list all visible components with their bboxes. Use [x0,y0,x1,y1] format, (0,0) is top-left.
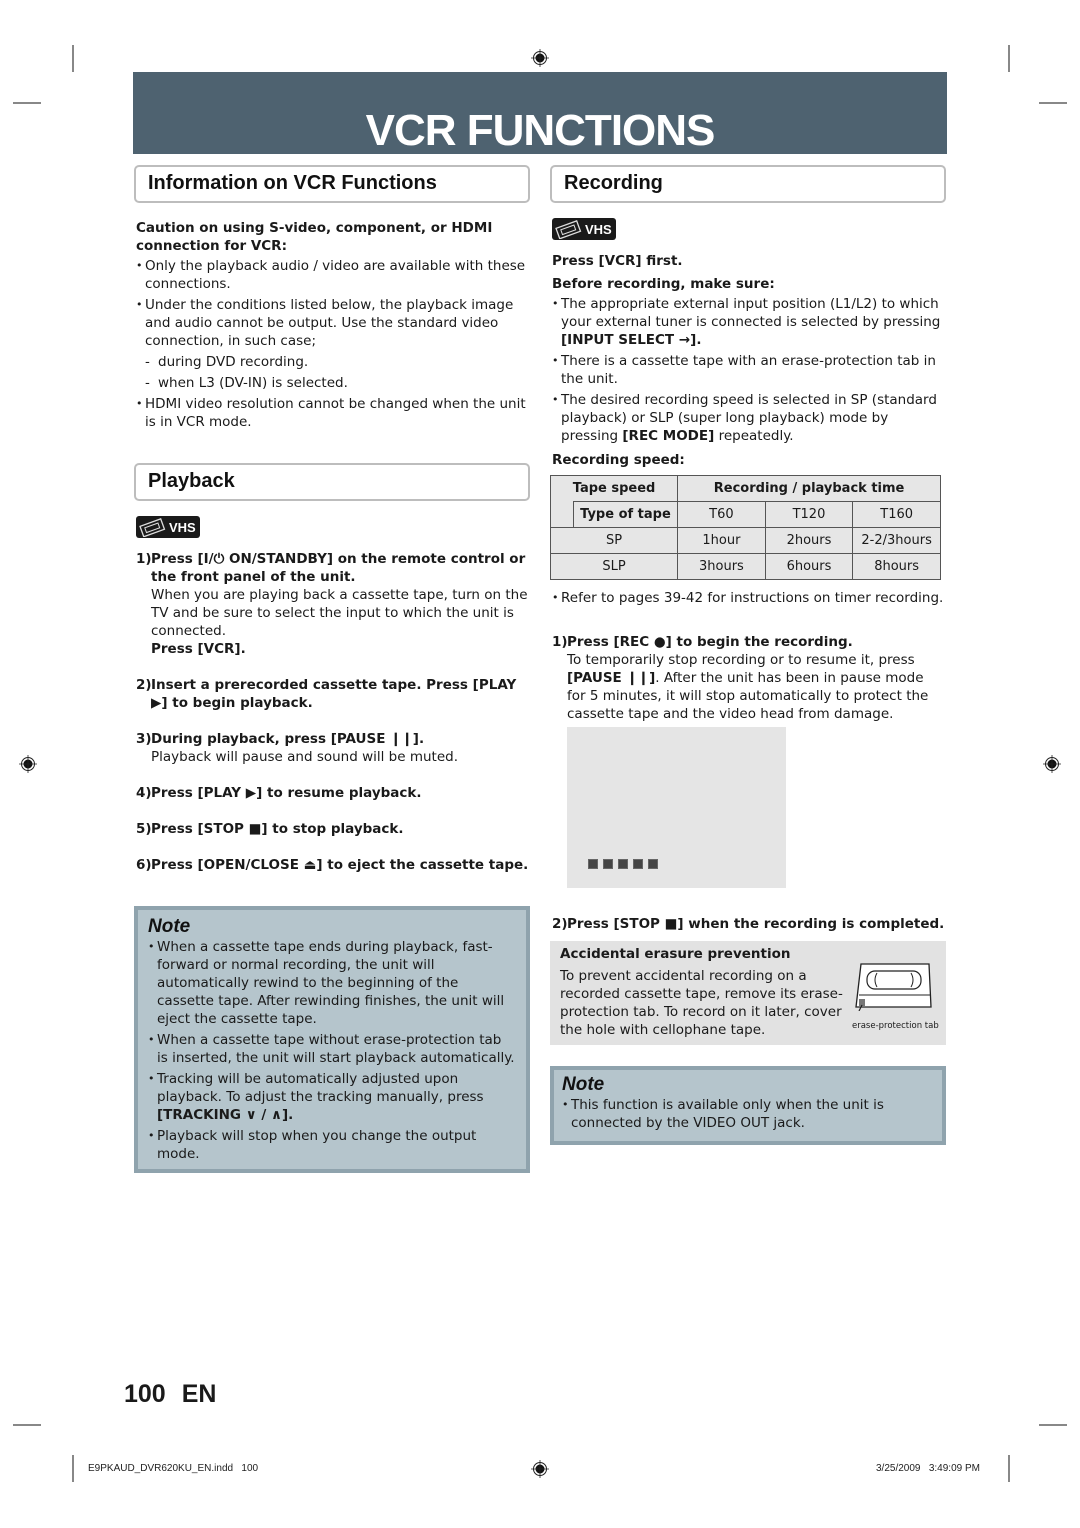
vhs-badge: VHS [136,516,200,541]
crop-mark [13,102,41,104]
section-title: Information on VCR Functions [148,172,437,194]
table-header-row: Tape speed Recording / playback time [549,475,941,502]
recording-step-2: 2) Press [STOP ■] when the recording is … [552,916,945,932]
page-number: 100 EN [124,1380,217,1408]
section-title: Playback [148,470,235,492]
recording-speed-table: Tape speed Recording / playback time Typ… [549,475,941,580]
speed-heading: Recording speed: [552,452,685,468]
note-item: Tracking will be automatically adjusted … [148,1070,516,1124]
section-header-recording: Recording [550,165,946,203]
crop-mark [72,1455,74,1482]
note-item: This function is available only when the… [562,1096,934,1132]
registration-mark-icon [531,1460,549,1478]
refer-note: Refer to pages 39-42 for instructions on… [552,589,946,610]
page-banner: VCR FUNCTIONS [133,72,947,155]
list-item: Under the conditions listed below, the p… [136,296,530,350]
table-row: SLP 3hours 6hours 8hours [549,553,941,580]
section-header-info: Information on VCR Functions [134,165,530,203]
note-item: Playback will stop when you change the o… [148,1127,516,1163]
tv-screen-illustration [567,727,786,888]
list-item: The desired recording speed is selected … [552,391,946,445]
note-item: When a cassette tape without erase-prote… [148,1031,516,1067]
recording-step-1: 1) Press [REC ●] to begin the recording.… [552,634,929,722]
list-item: Only the playback audio / video are avai… [136,257,530,293]
cassette-tab-icon [855,963,932,1011]
before-heading: Before recording, make sure: [552,276,775,292]
vhs-badge: VHS [552,218,616,243]
list-item: when L3 (DV-IN) is selected. [136,374,530,392]
registration-mark-icon [1043,755,1061,773]
step-1: 1) Press [I/⏻ ON/STANDBY] on the remote … [136,551,528,657]
erasure-tab-label: erase-protection tab [852,1021,939,1031]
timestamp: 3/25/2009 3:49:09 PM [876,1463,980,1474]
step-6: 6) Press [OPEN/CLOSE ⏏] to eject the cas… [136,857,529,873]
table-row: SP 1hour 2hours 2-2/3hours [549,527,941,554]
step-3: 3) During playback, press [PAUSE ❙❙]. Pl… [136,731,459,765]
crop-mark [1008,45,1010,72]
step-2: 2) Insert a prerecorded cassette tape. P… [136,677,517,711]
step-4: 4) Press [PLAY ▶] to resume playback. [136,785,422,801]
caution-heading: Caution on using S-video, component, or … [136,220,493,254]
list-item: during DVD recording. [136,353,530,371]
table-header-row: Type of tape T60 T120 T160 [550,501,941,528]
section-header-playback: Playback [134,463,530,501]
cassette-icon [555,220,582,239]
list-item: There is a cassette tape with an erase-p… [552,352,946,388]
crop-mark [1039,1424,1067,1426]
page-title: VCR FUNCTIONS [365,106,716,155]
press-vcr-first: Press [VCR] first. [552,253,683,269]
note-item: When a cassette tape ends during playbac… [148,938,516,1028]
erasure-prevention-box: Accidental erasure prevention To prevent… [550,941,946,1045]
recording-intro: Press [VCR] first. Before recording, mak… [552,252,946,469]
file-info: E9PKAUD_DVR620KU_EN.indd 100 [88,1463,259,1474]
cassette-icon [139,518,166,537]
registration-mark-icon [531,49,549,67]
info-section-body: Caution on using S-video, component, or … [136,219,530,434]
erasure-title: Accidental erasure prevention [560,946,791,962]
crop-mark [72,45,74,72]
step-5: 5) Press [STOP ■] to stop playback. [136,821,404,837]
playback-steps: 1) Press [I/⏻ ON/STANDBY] on the remote … [136,550,530,874]
section-title: Recording [564,172,663,194]
crop-mark [1039,102,1067,104]
recording-indicator [588,854,663,873]
note-box-recording: Note This function is available only whe… [550,1066,946,1145]
registration-mark-icon [19,755,37,773]
list-item: HDMI video resolution cannot be changed … [136,395,530,431]
crop-mark [1008,1455,1010,1482]
list-item: The appropriate external input position … [552,295,946,349]
note-box-playback: Note When a cassette tape ends during pl… [134,906,530,1173]
crop-mark [13,1424,41,1426]
erasure-text: To prevent accidental recording on a rec… [560,968,843,1038]
